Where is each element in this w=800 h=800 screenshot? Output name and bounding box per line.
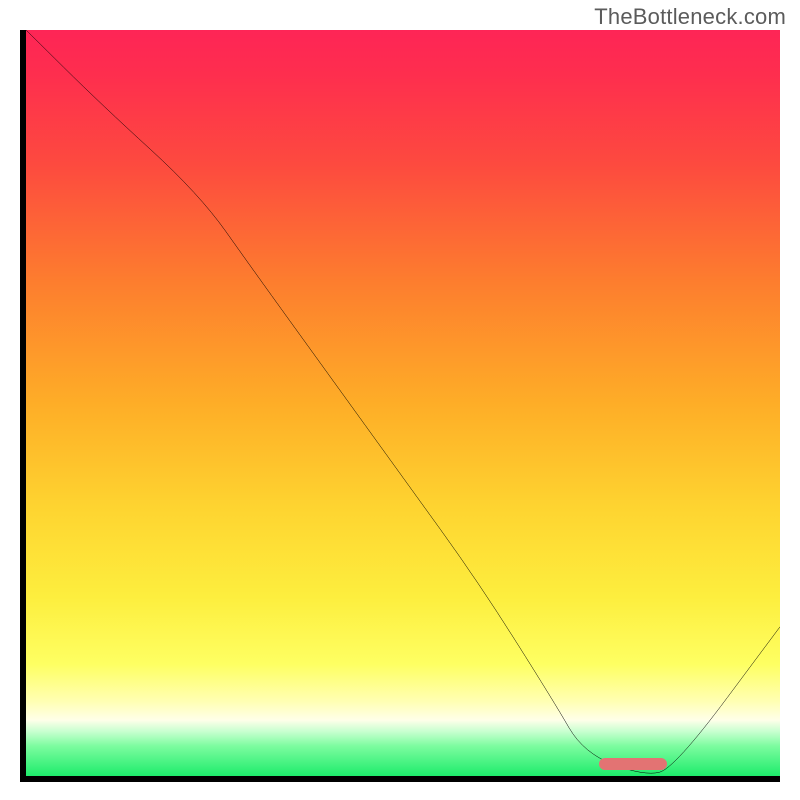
watermark-text: TheBottleneck.com xyxy=(594,4,786,30)
bottleneck-curve xyxy=(26,30,780,776)
optimal-range-marker xyxy=(599,758,667,770)
chart-container: TheBottleneck.com xyxy=(0,0,800,800)
plot-area xyxy=(20,30,780,782)
